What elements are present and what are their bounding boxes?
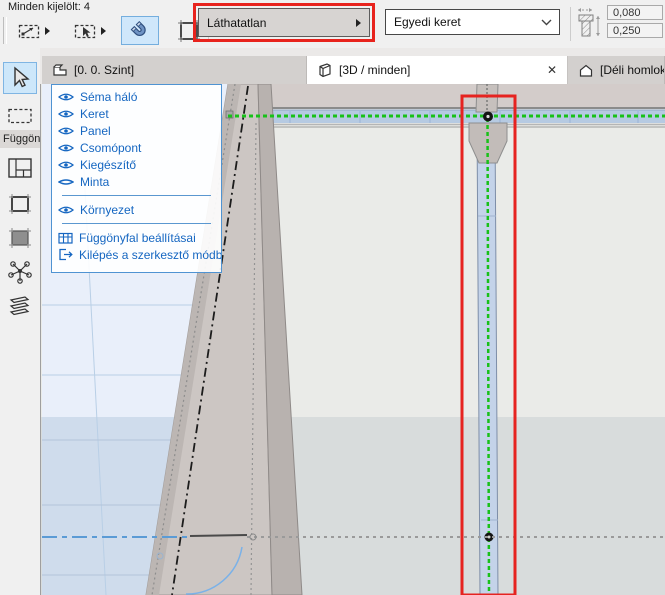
menu-item-frame[interactable]: Keret: [52, 105, 221, 122]
menu-item-curtain-wall-settings[interactable]: Függönyfal beállításai: [52, 229, 221, 246]
menu-item-environment[interactable]: Környezet: [52, 201, 221, 218]
frame-type-value: Egyedi keret: [386, 15, 541, 29]
tab-label: [3D / minden]: [339, 63, 410, 77]
toolbar-separator: [570, 7, 571, 41]
settings-grid-icon: [58, 232, 73, 244]
eye-open-icon: [58, 143, 74, 153]
application-window: Minden kijelölt: 4: [0, 0, 665, 595]
exit-icon: [58, 248, 73, 261]
view-tab-bar: [0. 0. Szint] [3D / minden] ✕ [Déli homl…: [40, 48, 665, 84]
flyout-arrow-icon: [101, 27, 106, 35]
accessory-louvers-icon: [7, 294, 33, 318]
eye-open-icon: [58, 160, 74, 170]
tab-label: [Déli homlokza: [600, 63, 665, 77]
menu-item-pattern[interactable]: Minta: [52, 173, 221, 190]
frame-type-select[interactable]: Egyedi keret: [385, 9, 560, 35]
3d-view-icon: [317, 62, 333, 78]
tutorial-highlight-ring: Láthatatlan: [193, 3, 375, 42]
tool-palette: Függön:: [0, 48, 40, 595]
frame-icon: [7, 192, 33, 216]
eye-open-icon: [58, 126, 74, 136]
close-icon[interactable]: ✕: [547, 64, 557, 76]
palette-section-label: Függön:: [0, 130, 40, 148]
story-icon: [52, 63, 68, 78]
chevron-down-icon: [541, 19, 552, 26]
profile-dimensions-icon: [576, 7, 604, 46]
arrow-cursor-icon: [9, 66, 31, 90]
tab-3d-view[interactable]: [3D / minden] ✕: [307, 56, 567, 84]
panel-icon: [7, 226, 33, 250]
menu-separator: [62, 195, 211, 196]
frame-depth-field[interactable]: [607, 23, 663, 38]
tab-label: [0. 0. Szint]: [74, 63, 134, 77]
frame-tool-button[interactable]: [3, 188, 37, 220]
marquee-tool-button[interactable]: [3, 100, 37, 132]
info-box-toolbar: Minden kijelölt: 4: [0, 0, 665, 49]
visibility-flyout-button[interactable]: Láthatatlan: [198, 8, 370, 37]
accessory-tool-button[interactable]: [3, 290, 37, 322]
menu-item-accessory[interactable]: Kiegészítő: [52, 156, 221, 173]
visibility-flyout-label: Láthatatlan: [199, 16, 356, 30]
menu-item-junction[interactable]: Csomópont: [52, 139, 221, 156]
eye-open-icon: [58, 109, 74, 119]
gravity-magnet-toggle[interactable]: [121, 16, 159, 45]
menu-item-scheme-grid[interactable]: Séma háló: [52, 88, 221, 105]
tab-elevation[interactable]: [Déli homlokza: [567, 56, 665, 84]
marquee-icon: [7, 107, 33, 125]
select-connected-icon: [18, 22, 42, 40]
flyout-arrow-icon: [356, 19, 361, 27]
toolbar-grip[interactable]: [3, 17, 7, 44]
marquee-select-icon: [74, 22, 98, 40]
tab-floor-plan[interactable]: [0. 0. Szint]: [42, 56, 307, 84]
eye-open-icon: [58, 92, 74, 102]
panel-tool-button[interactable]: [3, 222, 37, 254]
frame-width-field[interactable]: [607, 5, 663, 20]
junction-tool-button[interactable]: [3, 256, 37, 288]
context-menu: Séma háló Keret Panel Csomópont Kiegészí…: [51, 84, 222, 273]
menu-item-exit-edit-mode[interactable]: Kilépés a szerkesztő módból: [52, 246, 221, 263]
menu-item-panel[interactable]: Panel: [52, 122, 221, 139]
scheme-grid-tool-button[interactable]: [3, 152, 37, 184]
select-connected-flyout-button[interactable]: [8, 16, 60, 45]
junction-node-icon: [7, 259, 33, 285]
marquee-flyout-button[interactable]: [64, 16, 116, 45]
selection-status: Minden kijelölt: 4: [8, 1, 90, 13]
eye-open-icon: [58, 205, 74, 215]
arrow-tool-button[interactable]: [3, 62, 37, 94]
flyout-arrow-icon: [45, 27, 50, 35]
menu-separator: [62, 223, 211, 224]
magnet-icon: [129, 20, 151, 42]
eye-closed-icon: [58, 177, 74, 187]
scheme-grid-icon: [7, 157, 33, 179]
elevation-icon: [578, 63, 594, 78]
